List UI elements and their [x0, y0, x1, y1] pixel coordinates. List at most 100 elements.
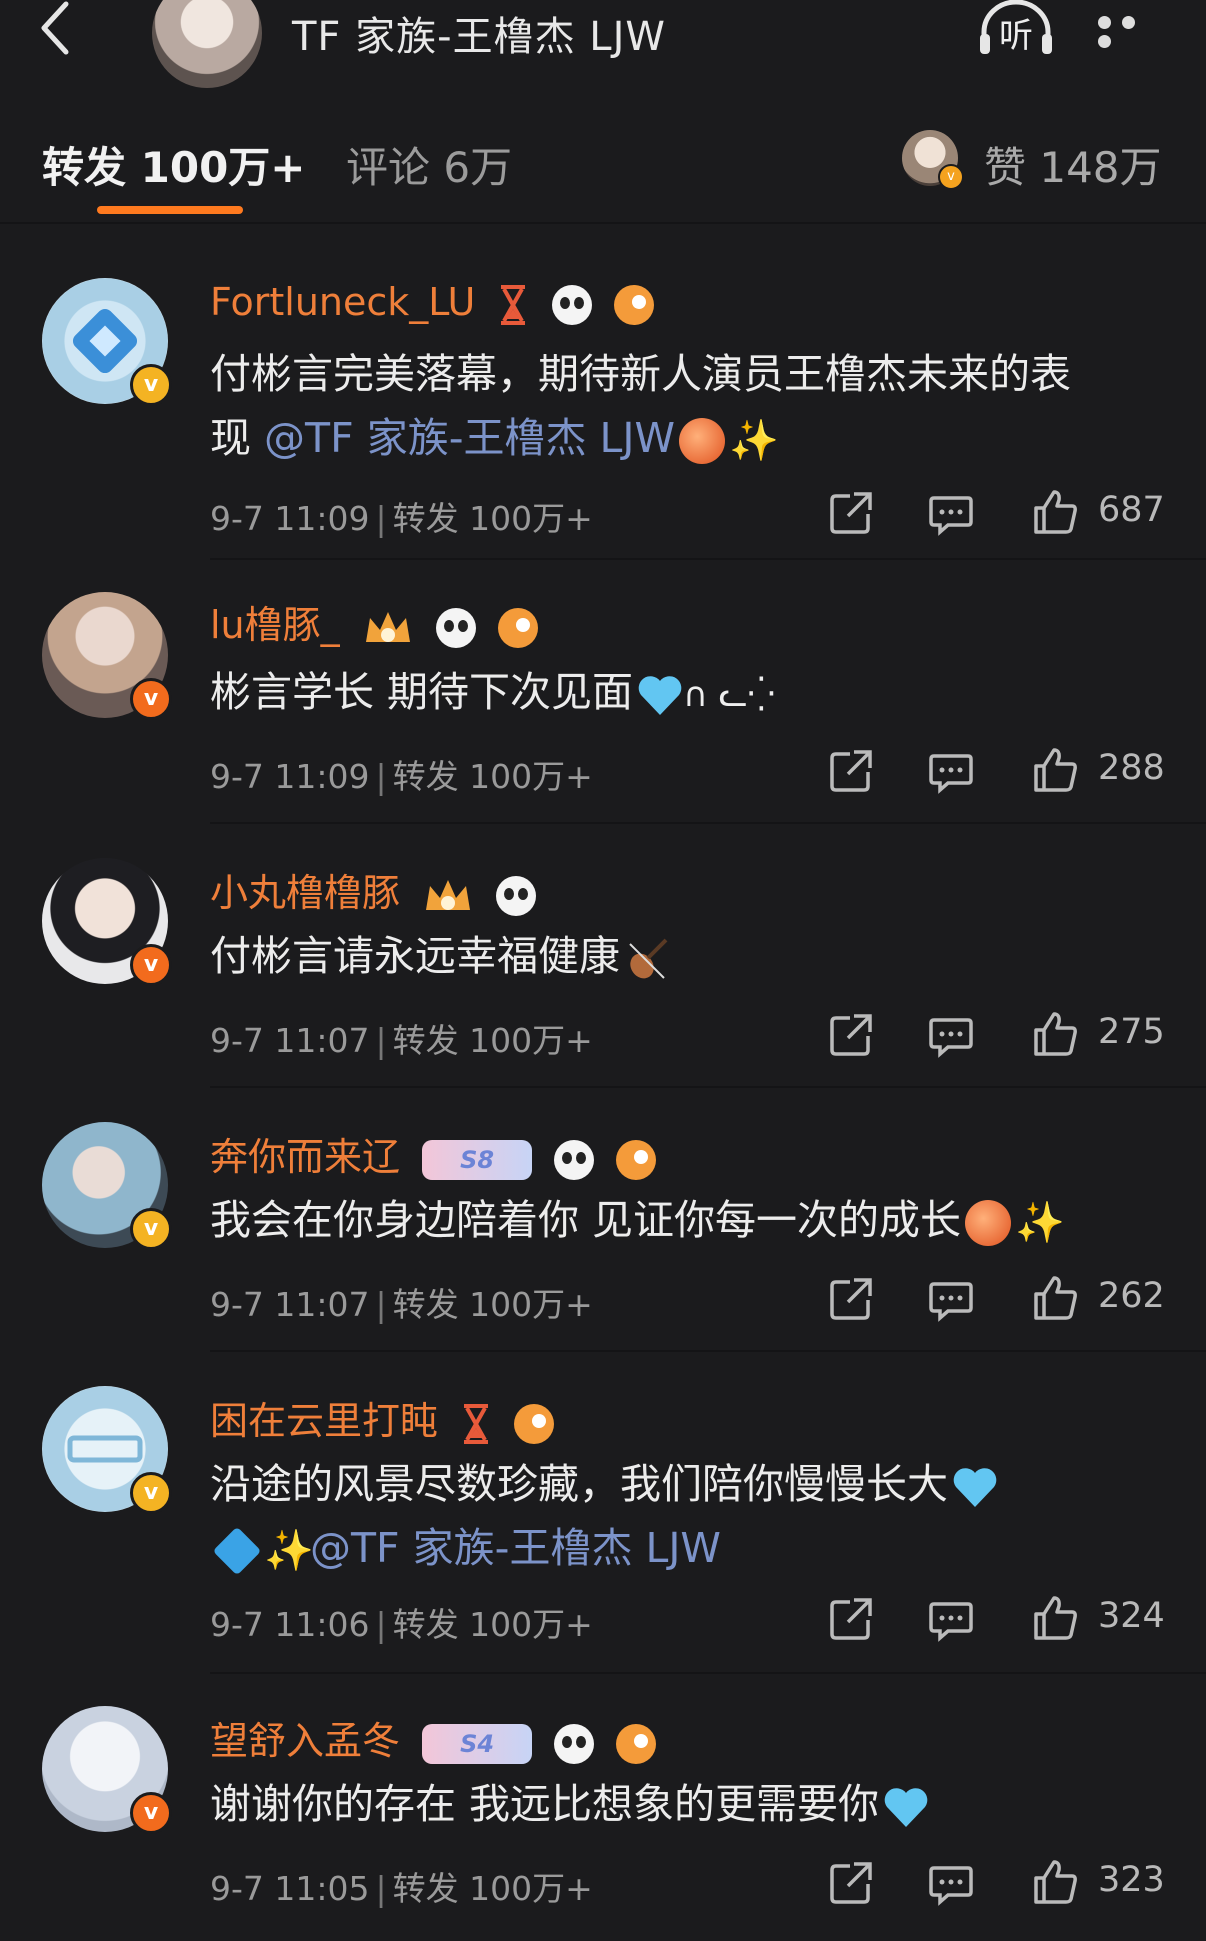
comment-icon[interactable] [928, 490, 974, 536]
avatar[interactable]: v [42, 858, 172, 986]
like-icon[interactable] [1032, 746, 1078, 794]
like-icon[interactable] [1032, 1858, 1078, 1906]
username[interactable]: lu橹豚_ [210, 594, 538, 649]
hourglass-icon [497, 284, 529, 325]
comment-line: 付彬言请永远幸福健康 [210, 932, 620, 980]
like-icon[interactable] [1032, 1594, 1078, 1642]
like-icon[interactable] [1032, 1010, 1078, 1058]
verified-badge: v [130, 1208, 172, 1250]
verified-badge: v [130, 364, 172, 406]
comment-meta: 9-7 11:06 | 转发 100万+ [210, 1605, 593, 1644]
active-tab-indicator [97, 206, 243, 214]
avatar[interactable]: v [42, 278, 172, 406]
username[interactable]: 小丸橹橹豚 [210, 862, 537, 917]
username[interactable]: 奔你而来辽 S8 [210, 1126, 657, 1181]
share-icon[interactable] [828, 1276, 874, 1322]
username[interactable]: 望舒入孟冬 S4 [210, 1710, 657, 1765]
comment-actions: 288 [828, 746, 1180, 798]
comment-actions: 262 [828, 1274, 1180, 1326]
repost-count: 转发 100万+ [392, 1605, 593, 1644]
comment-icon[interactable] [928, 1596, 974, 1642]
like-count: 288 [1098, 748, 1165, 788]
comment-icon[interactable] [928, 748, 974, 794]
username-text: 望舒入孟冬 [210, 1719, 401, 1763]
panda-icon [496, 875, 537, 916]
diamond-emoji-icon [212, 1526, 262, 1576]
list-item: v 望舒入孟冬 S4 谢谢你的存在 我远比想象的更需要你 9-7 11:05 | 转… [0, 1674, 1206, 1941]
like-icon[interactable] [1032, 488, 1078, 536]
mention-link[interactable]: @TF 家族-王橹杰 LJW [310, 1524, 721, 1572]
comment-meta: 9-7 11:09 | 转发 100万+ [210, 499, 593, 538]
share-icon[interactable] [828, 1012, 874, 1058]
listen-button[interactable]: 听 [976, 0, 1056, 58]
repost-count: 转发 100万+ [392, 1285, 593, 1324]
share-icon[interactable] [828, 1860, 874, 1906]
sparkles-emoji-icon: ✨ [729, 418, 779, 464]
timestamp: 9-7 11:09 [210, 499, 370, 538]
comment-meta: 9-7 11:09 | 转发 100万+ [210, 757, 593, 796]
share-icon[interactable] [828, 1596, 874, 1642]
avatar[interactable]: v [42, 592, 172, 720]
comment-meta: 9-7 11:07 | 转发 100万+ [210, 1285, 593, 1324]
comment-actions: 275 [828, 1010, 1180, 1062]
share-icon[interactable] [828, 490, 874, 536]
like-icon[interactable] [1032, 1274, 1078, 1322]
share-icon[interactable] [828, 748, 874, 794]
page-title: TF 家族-王橹杰 LJW [292, 14, 666, 60]
panda-icon [435, 607, 476, 648]
pufferfish-icon [616, 1139, 657, 1180]
comment-text: 彬言学长 期待下次见面 ∩ ᓚ⁛ [210, 660, 1166, 727]
username-text: lu橹豚_ [210, 603, 340, 647]
comment-icon[interactable] [928, 1276, 974, 1322]
timestamp: 9-7 11:07 [210, 1285, 370, 1324]
comment-text: 沿途的风景尽数珍藏，我们陪你慢慢长大 ✨@TF 家族-王橹杰 LJW [210, 1452, 1166, 1580]
username[interactable]: Fortluneck_LU [210, 280, 654, 325]
account-avatar[interactable] [152, 0, 262, 88]
panda-icon [551, 284, 592, 325]
timestamp: 9-7 11:09 [210, 757, 370, 796]
panda-icon [554, 1139, 595, 1180]
hourglass-icon [460, 1403, 492, 1444]
pufferfish-icon [514, 1403, 555, 1444]
back-icon[interactable] [36, 0, 76, 60]
pufferfish-icon [497, 607, 538, 648]
avatar[interactable]: v [42, 1706, 172, 1834]
verified-badge: v [130, 1792, 172, 1834]
comment-icon[interactable] [928, 1860, 974, 1906]
comment-line: 付彬言完美落幕，期待新人演员王橹杰未来的表 [210, 350, 1071, 398]
sparkles-emoji-icon: ✨ [1015, 1200, 1065, 1246]
heart-emoji-icon [883, 1785, 929, 1829]
list-item: v Fortluneck_LU 付彬言完美落幕，期待新人演员王橹杰未来的表 现 … [0, 224, 1206, 560]
comment-text: 我会在你身边陪着你 见证你每一次的成长 ✨ [210, 1188, 1166, 1252]
repost-count: 转发 100万+ [392, 499, 593, 538]
listen-label: 听 [999, 16, 1033, 56]
tab-comments[interactable]: 评论 6万 [346, 134, 512, 195]
tab-likes[interactable]: 赞 148万 [984, 134, 1162, 195]
top-bar: TF 家族-王橹杰 LJW 听 [0, 0, 1206, 92]
comment-meta: 9-7 11:07 | 转发 100万+ [210, 1021, 593, 1060]
comment-text: 付彬言完美落幕，期待新人演员王橹杰未来的表 现 @TF 家族-王橹杰 LJW ✨ [210, 342, 1166, 470]
timestamp: 9-7 11:05 [210, 1869, 370, 1908]
verified-badge: v [130, 678, 172, 720]
list-item: v 奔你而来辽 S8 我会在你身边陪着你 见证你每一次的成长 ✨ 9-7 11:0… [0, 1088, 1206, 1352]
list-item: v 困在云里打盹 沿途的风景尽数珍藏，我们陪你慢慢长大 ✨@TF 家族-王橹杰 … [0, 1352, 1206, 1674]
more-icon[interactable] [1098, 14, 1168, 48]
crown-icon [422, 876, 474, 916]
like-count: 687 [1098, 490, 1165, 530]
like-count: 323 [1098, 1860, 1165, 1900]
avatar[interactable]: v [42, 1122, 172, 1250]
tab-repost[interactable]: 转发 100万+ [42, 134, 306, 195]
list-item: v 小丸橹橹豚 付彬言请永远幸福健康 9-7 11:07 | 转发 100万+ 27… [0, 824, 1206, 1088]
level-badge: S8 [422, 1139, 533, 1180]
avatar[interactable]: v [42, 1386, 172, 1514]
verified-badge: v [130, 1472, 172, 1514]
comment-line: 谢谢你的存在 我远比想象的更需要你 [210, 1780, 880, 1828]
username-text: 小丸橹橹豚 [210, 871, 401, 915]
username[interactable]: 困在云里打盹 [210, 1390, 555, 1445]
comment-icon[interactable] [928, 1012, 974, 1058]
like-count: 275 [1098, 1012, 1165, 1052]
comment-line: 现 [210, 414, 265, 462]
mention-link[interactable]: @TF 家族-王橹杰 LJW [264, 414, 675, 462]
comment-text: 付彬言请永远幸福健康 [210, 924, 1166, 988]
pufferfish-icon [616, 1723, 657, 1764]
